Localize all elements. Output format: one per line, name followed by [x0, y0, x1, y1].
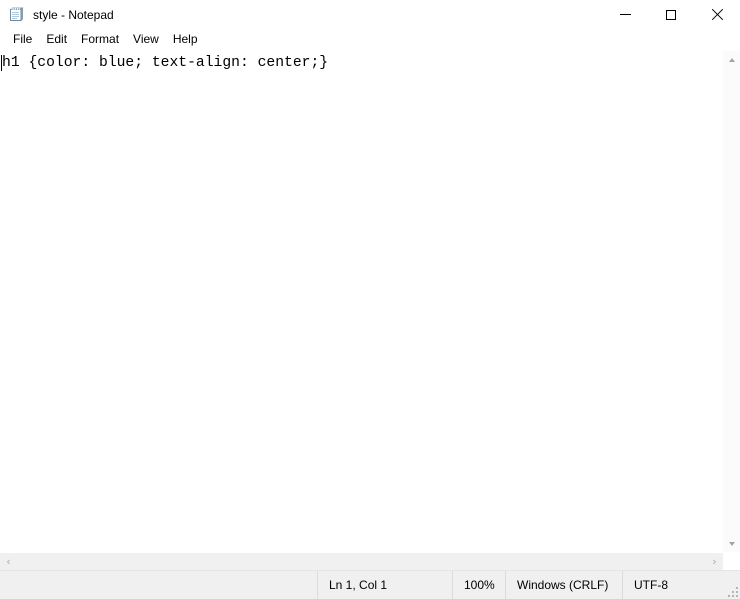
editor-area: h1 {color: blue; text-align: center;} [0, 50, 740, 552]
chevron-right-glyph: › [712, 555, 717, 568]
title-bar[interactable]: style - Notepad [0, 0, 740, 29]
status-line-ending: Windows (CRLF) [505, 571, 622, 599]
minimize-icon [619, 14, 631, 15]
scroll-right-icon[interactable]: › [706, 553, 723, 570]
notepad-icon [8, 6, 24, 23]
scroll-left-icon[interactable]: ‹ [0, 553, 17, 570]
status-cursor-position: Ln 1, Col 1 [317, 571, 452, 599]
text-editor[interactable]: h1 {color: blue; text-align: center;} [0, 51, 722, 552]
menu-item-edit[interactable]: Edit [39, 31, 74, 48]
horizontal-scrollbar-row: ‹ › [0, 552, 740, 570]
minimize-button[interactable] [602, 0, 648, 29]
close-button[interactable] [694, 0, 740, 29]
status-encoding: UTF-8 [622, 571, 740, 599]
title-bar-left: style - Notepad [0, 0, 114, 29]
maximize-button[interactable] [648, 0, 694, 29]
close-icon [711, 9, 723, 21]
menu-item-help[interactable]: Help [166, 31, 205, 48]
menu-bar: File Edit Format View Help [0, 29, 740, 50]
triangle-down-glyph [728, 541, 735, 546]
scroll-down-icon[interactable] [723, 535, 740, 552]
menu-item-format[interactable]: Format [74, 31, 126, 48]
horizontal-scrollbar[interactable]: ‹ › [0, 553, 723, 570]
status-bar-spacer [0, 571, 317, 599]
window-title: style - Notepad [33, 7, 114, 22]
window-controls [602, 0, 740, 29]
vertical-scrollbar[interactable] [722, 51, 740, 552]
status-zoom-level: 100% [452, 571, 505, 599]
menu-item-view[interactable]: View [126, 31, 166, 48]
chevron-left-glyph: ‹ [6, 555, 11, 568]
editor-content: h1 {color: blue; text-align: center;} [2, 55, 329, 71]
scroll-up-icon[interactable] [723, 51, 740, 68]
menu-item-file[interactable]: File [6, 31, 39, 48]
status-bar: Ln 1, Col 1 100% Windows (CRLF) UTF-8 [0, 570, 740, 599]
resize-grip-icon[interactable] [726, 585, 738, 597]
triangle-up-glyph [728, 57, 735, 62]
maximize-icon [666, 9, 676, 20]
scrollbar-corner [723, 553, 740, 570]
notepad-window: style - Notepad File Edit Format View He… [0, 0, 740, 599]
